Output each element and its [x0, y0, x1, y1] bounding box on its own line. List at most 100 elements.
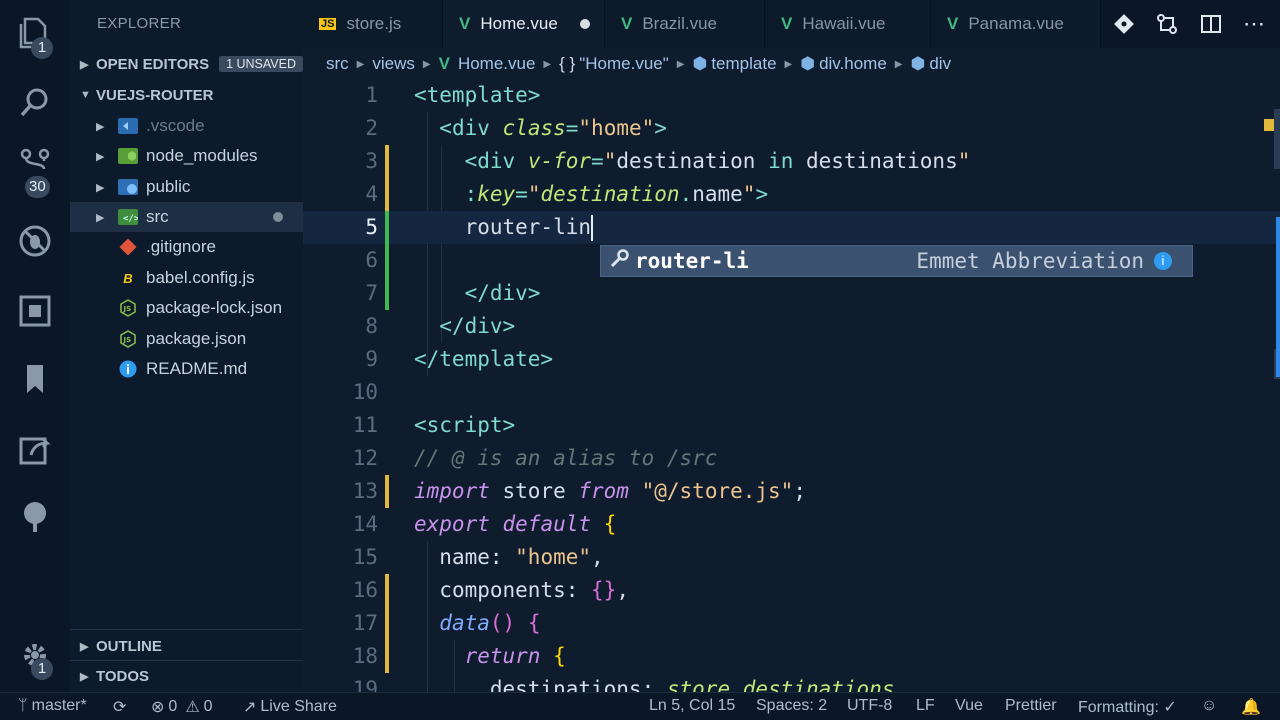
code-line: 9 </template> [303, 343, 1280, 376]
unsaved-badge: 1 UNSAVED [219, 56, 303, 72]
tree-icon[interactable] [14, 496, 56, 538]
line-number: 11 [352, 413, 378, 437]
outline-label: OUTLINE [96, 637, 162, 655]
tab-home-vue[interactable]: V Home.vue [443, 0, 605, 48]
info-icon [118, 359, 138, 379]
wrench-icon [609, 249, 631, 273]
tree-item-vscode[interactable]: ▶ .vscode [70, 111, 303, 141]
breadcrumb-file[interactable]: V Home.vue [439, 54, 536, 74]
line-number: 12 [352, 446, 378, 470]
code-line: 18 return { [303, 640, 1280, 673]
extensions-icon[interactable] [14, 290, 56, 332]
editor-tabs: JS store.js V Home.vue V Brazil.vue V Ha… [303, 0, 1280, 48]
tree-item-package-lock[interactable]: JS package-lock.json [70, 293, 303, 323]
chevron-right-icon: ▶ [356, 58, 365, 70]
warning-count: 0 [203, 698, 213, 715]
live-share-icon[interactable] [14, 428, 56, 470]
breadcrumb-div[interactable]: ⬢ div [911, 54, 952, 74]
git-branch-icon: ᛘ [18, 697, 28, 714]
open-changes-icon[interactable] [1153, 10, 1181, 38]
warning-icon: ⚠ [185, 699, 200, 716]
code-line: 8 </div> [303, 310, 1280, 343]
encoding-status[interactable]: UTF-8 [847, 697, 892, 715]
vue-icon: V [947, 14, 959, 33]
breadcrumb-object[interactable]: { } "Home.vue" [559, 54, 669, 74]
tree-item-node-modules[interactable]: ▶ node_modules [70, 141, 303, 171]
more-actions-icon[interactable]: ⋯ [1240, 10, 1268, 38]
cursor-position[interactable]: Ln 5, Col 15 [649, 697, 735, 715]
tab-panama-vue[interactable]: V Panama.vue [931, 0, 1101, 48]
cube-icon: ⬢ [692, 54, 708, 73]
modified-gutter-mark [385, 145, 389, 178]
modified-gutter-mark [385, 475, 389, 508]
tree-item-src[interactable]: ▶ </> src [70, 202, 303, 232]
tree-item-public[interactable]: ▶ public [70, 172, 303, 202]
git-icon [118, 237, 138, 257]
todos-section[interactable]: ▶ TODOS [80, 661, 149, 691]
tab-store-js[interactable]: JS store.js [303, 0, 443, 48]
breadcrumb-template[interactable]: ⬢ template [692, 54, 776, 74]
search-icon[interactable] [14, 82, 56, 124]
unsaved-dot[interactable] [580, 19, 590, 29]
chevron-right-icon: ▶ [422, 58, 431, 70]
tree-item-babel-config[interactable]: B babel.config.js [70, 263, 303, 293]
tree-item-label: .vscode [146, 116, 205, 135]
line-number: 13 [352, 479, 378, 503]
tree-item-readme[interactable]: README.md [70, 354, 303, 384]
branch-status[interactable]: ᛘ master* [18, 697, 87, 715]
vue-icon: V [781, 14, 793, 33]
code-line: 2 <div class="home"> [303, 112, 1280, 145]
code-line: 7 </div> [303, 277, 1280, 310]
notifications-bell-icon[interactable]: 🔔 [1241, 697, 1261, 717]
formatting-status[interactable]: Formatting: ✓ [1078, 697, 1177, 717]
project-section[interactable]: ▼ VUEJS-ROUTER [80, 80, 214, 110]
language-status[interactable]: Vue [955, 697, 983, 715]
braces-icon: { } [559, 54, 576, 73]
status-bar: ᛘ master* ⟳ ⊗ 0 ⚠ 0 ↗ Live Share Ln 5, C… [0, 692, 1280, 720]
split-editor-icon[interactable] [1197, 10, 1225, 38]
eol-status[interactable]: LF [916, 697, 935, 715]
chevron-right-icon: ▶ [80, 58, 89, 71]
sync-icon[interactable]: ⟳ [113, 697, 126, 717]
git-compare-icon[interactable] [1110, 10, 1138, 38]
live-share-status[interactable]: ↗ Live Share [243, 697, 337, 717]
autocomplete-suggestion[interactable]: router-li Emmet Abbreviation i [600, 245, 1193, 277]
open-editors-section[interactable]: ▶ OPEN EDITORS 1 UNSAVED [80, 49, 303, 79]
outline-section[interactable]: ▶ OUTLINE [80, 631, 162, 661]
tree-item-gitignore[interactable]: .gitignore [70, 232, 303, 262]
debug-icon[interactable] [14, 220, 56, 262]
line-number: 16 [352, 578, 378, 602]
prettier-status[interactable]: Prettier [1005, 697, 1057, 715]
info-icon[interactable]: i [1154, 252, 1172, 270]
modified-dot [273, 212, 283, 222]
error-count: 0 [168, 698, 178, 715]
chevron-right-icon: ▶ [96, 150, 105, 163]
tree-item-package-json[interactable]: JS package.json [70, 324, 303, 354]
code-line: 10 [303, 376, 1280, 409]
bookmark-icon[interactable] [14, 358, 56, 400]
settings-badge: 1 [31, 658, 53, 680]
tree-item-label: README.md [146, 359, 248, 378]
code-line: 1 <template> [303, 79, 1280, 112]
tab-label: store.js [346, 14, 402, 33]
tab-hawaii-vue[interactable]: V Hawaii.vue [765, 0, 931, 48]
line-number: 9 [365, 347, 378, 371]
editor-scrollbar[interactable] [1264, 79, 1280, 692]
breadcrumb-src[interactable]: src [326, 54, 349, 74]
line-number: 3 [365, 149, 378, 173]
explorer-badge: 1 [31, 37, 53, 59]
breadcrumb-div-home[interactable]: ⬢ div.home [800, 54, 887, 74]
babel-icon: B [123, 270, 133, 286]
code-editor[interactable]: 1 <template> 2 <div class="home"> 3 <div … [303, 79, 1280, 692]
feedback-smiley-icon[interactable]: ☺ [1201, 697, 1217, 715]
line-number: 5 [365, 215, 378, 239]
src-folder-icon: </> [118, 207, 138, 227]
indentation-status[interactable]: Spaces: 2 [756, 697, 827, 715]
tree-item-label: .gitignore [146, 237, 216, 256]
tab-brazil-vue[interactable]: V Brazil.vue [605, 0, 765, 48]
scrollbar-thumb-marker [1274, 109, 1280, 169]
breadcrumb-object-label: "Home.vue" [579, 54, 669, 73]
chevron-right-icon: ▶ [543, 58, 552, 70]
breadcrumb-views[interactable]: views [372, 54, 415, 74]
problems-status[interactable]: ⊗ 0 ⚠ 0 [151, 697, 213, 717]
